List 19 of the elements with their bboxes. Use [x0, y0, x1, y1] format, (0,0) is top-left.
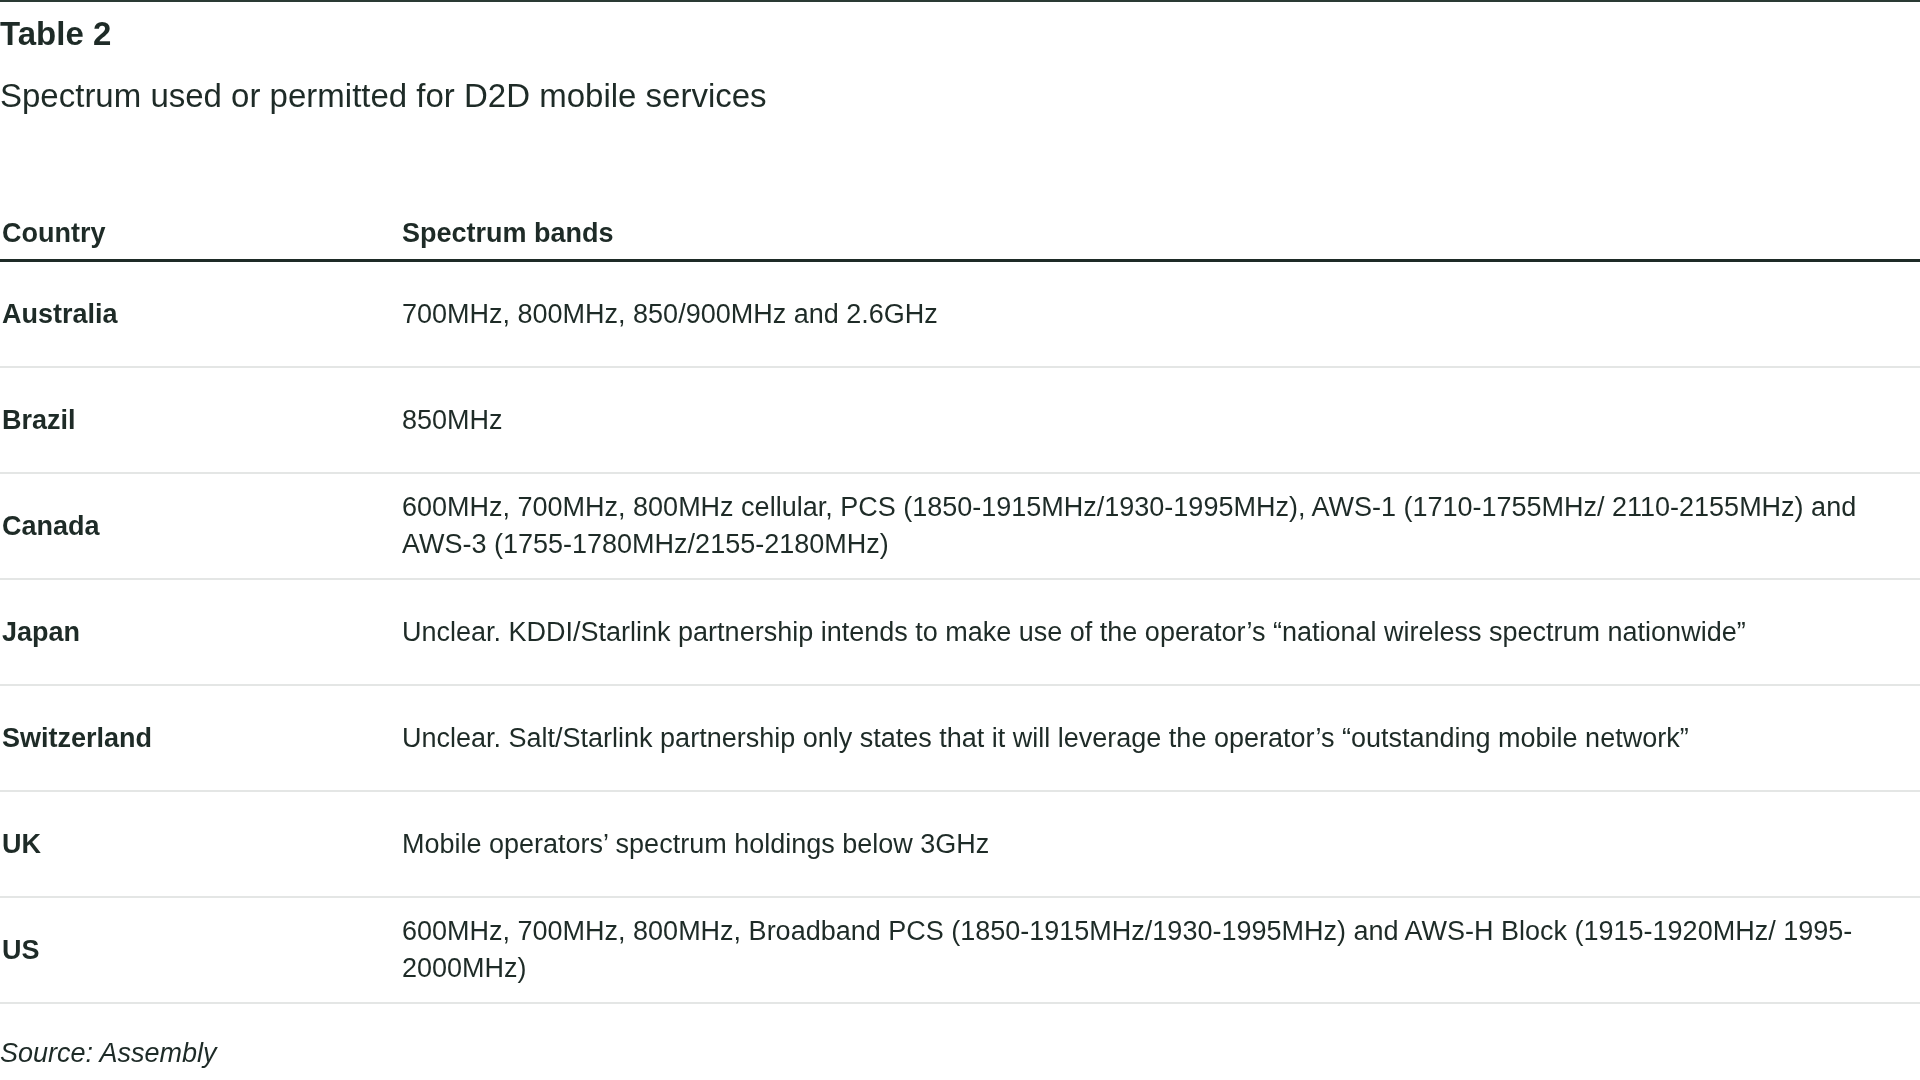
table-title: Table 2 [0, 14, 113, 54]
bands-cell-text: Unclear. KDDI/Starlink partnership intends to make use of the operator’s “national wireless spectrum nationwide” [402, 615, 1747, 649]
country-cell-text: Switzerland [1, 721, 154, 755]
country-cell-text: Australia [1, 297, 119, 331]
country-cell-text: Japan [1, 615, 82, 649]
bands-cell-text: Mobile operators’ spectrum holdings below 3GHz [402, 827, 991, 861]
source-note: Source: Assembly [0, 1038, 219, 1069]
column-header: Spectrum bands [402, 218, 615, 249]
bands-cell-text: Unclear. Salt/Starlink partnership only states that it will leverage the operator’s “outstanding mobile network” [402, 721, 1690, 755]
country-cell-text: US [1, 933, 41, 967]
country-cell-text: Canada [1, 509, 101, 543]
column-header: Country [1, 218, 107, 249]
country-cell-text: UK [1, 827, 42, 861]
bands-cell-text: 850MHz [402, 403, 504, 437]
bands-cell-text: 600MHz, 700MHz, 800MHz cellular, PCS (1850-1915MHz/1930-1995MHz), AWS-1 (1710-1755MHz/ 2110-2155MHz) and AWS-3 (1755-1780MHz/2155-2180MHz) [402, 491, 1858, 561]
bands-cell-text: 600MHz, 700MHz, 800MHz, Broadband PCS (1850-1915MHz/1930-1995MHz) and AWS-H Block (1915-1920MHz/ 1995-2000MHz) [402, 915, 1854, 985]
table-subtitle: Spectrum used or permitted for D2D mobile services [0, 76, 768, 116]
bands-cell-text: 700MHz, 800MHz, 850/900MHz and 2.6GHz [402, 297, 939, 331]
country-cell-text: Brazil [1, 403, 77, 437]
